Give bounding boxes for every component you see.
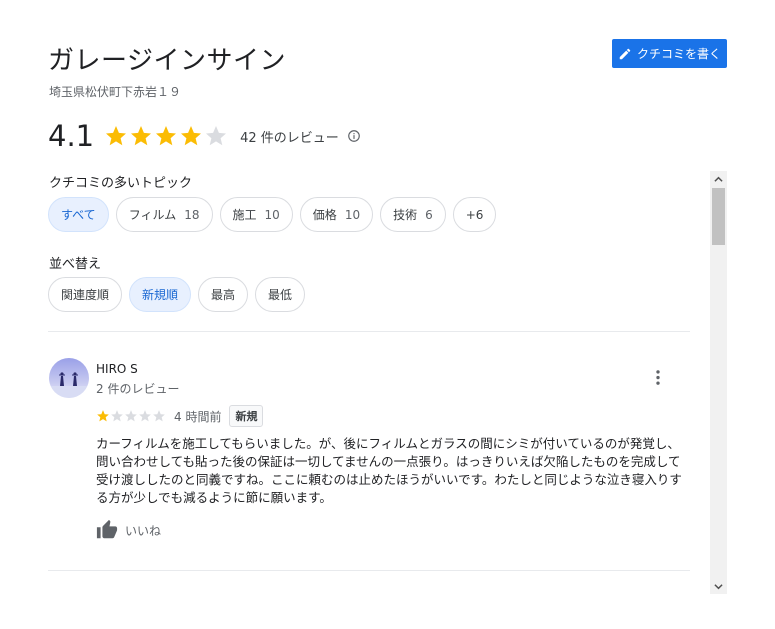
topic-chip-film[interactable]: フィルム 18 bbox=[115, 197, 213, 232]
star-empty-icon bbox=[111, 410, 123, 422]
more-vert-icon bbox=[656, 369, 660, 385]
sort-label: 並べ替え bbox=[49, 257, 102, 272]
review-stars bbox=[96, 409, 166, 423]
star-filled-icon bbox=[156, 126, 177, 146]
star-empty-icon bbox=[206, 126, 227, 146]
sort-chip-highest[interactable]: 最高 bbox=[198, 277, 249, 312]
topic-chip-all[interactable]: すべて bbox=[48, 197, 109, 232]
star-filled-icon bbox=[97, 410, 109, 422]
chevron-up-icon bbox=[714, 176, 723, 182]
place-title: ガレージインサイン bbox=[48, 46, 286, 76]
divider bbox=[48, 331, 690, 332]
topic-chip-skill[interactable]: 技術 6 bbox=[380, 197, 446, 232]
divider bbox=[48, 570, 690, 571]
scrollbar[interactable] bbox=[710, 171, 727, 594]
star-filled-icon bbox=[106, 126, 127, 146]
write-review-label: クチコミを書く bbox=[636, 47, 721, 61]
reviewer-name[interactable]: HIRO S bbox=[96, 362, 138, 376]
scroll-up-button[interactable] bbox=[710, 171, 727, 187]
topic-chip-more[interactable]: +6 bbox=[452, 197, 497, 232]
reviewer-review-count: 2 件のレビュー bbox=[96, 382, 180, 396]
like-label: いいね bbox=[125, 523, 162, 538]
sort-chip-lowest[interactable]: 最低 bbox=[255, 277, 306, 312]
scroll-down-button[interactable] bbox=[710, 578, 727, 594]
review-time: 4 時間前 bbox=[174, 409, 222, 424]
star-empty-icon bbox=[125, 410, 137, 422]
topic-chips: すべて フィルム 18 施工 10 価格 10 技術 6 +6 bbox=[48, 197, 497, 232]
reviewer-avatar[interactable] bbox=[49, 358, 89, 398]
rating-summary: 4.1 42 件のレビュー bbox=[48, 117, 361, 155]
topic-chip-price[interactable]: 価格 10 bbox=[299, 197, 374, 232]
review-text: カーフィルムを施工してもらいました。が、後にフィルムとガラスの間にシミが付いてい… bbox=[96, 436, 682, 505]
star-filled-icon bbox=[131, 126, 152, 146]
sort-chip-newest[interactable]: 新規順 bbox=[129, 277, 192, 312]
star-empty-icon bbox=[139, 410, 151, 422]
write-review-button[interactable]: クチコミを書く bbox=[612, 39, 727, 68]
rating-value: 4.1 bbox=[48, 119, 95, 153]
new-badge: 新規 bbox=[229, 405, 264, 427]
chevron-down-icon bbox=[714, 583, 723, 589]
rating-stars bbox=[104, 124, 228, 148]
pencil-icon bbox=[619, 48, 631, 59]
star-filled-icon bbox=[181, 126, 202, 146]
review-count[interactable]: 42 件のレビュー bbox=[240, 127, 339, 146]
place-address: 埼玉県松伏町下赤岩１９ bbox=[49, 85, 182, 99]
info-icon[interactable] bbox=[347, 129, 361, 143]
more-options-button[interactable] bbox=[647, 366, 669, 388]
topics-label: クチコミの多いトピック bbox=[49, 176, 193, 191]
sort-chip-relevance[interactable]: 関連度順 bbox=[48, 277, 123, 312]
avatar-image bbox=[49, 358, 89, 398]
thumbs-up-icon bbox=[96, 519, 118, 539]
review-rating-row: 4 時間前 新規 bbox=[96, 405, 264, 427]
like-button[interactable]: いいね bbox=[96, 519, 161, 541]
scrollbar-thumb[interactable] bbox=[712, 188, 725, 245]
sort-chips: 関連度順 新規順 最高 最低 bbox=[48, 277, 306, 312]
topic-chip-install[interactable]: 施工 10 bbox=[219, 197, 293, 232]
star-empty-icon bbox=[153, 410, 165, 422]
